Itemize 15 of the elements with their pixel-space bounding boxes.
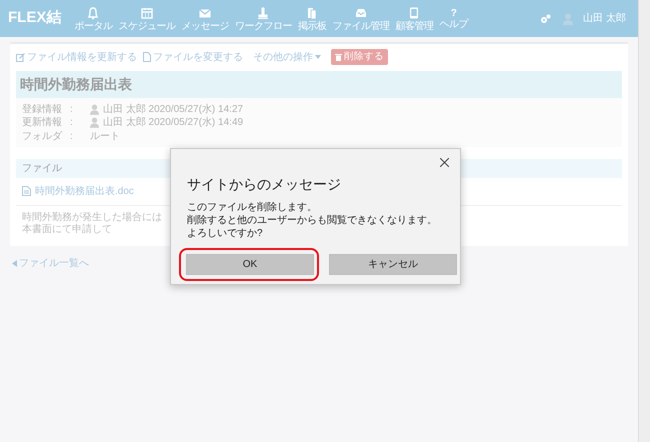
dialog-message: このファイルを削除します。 削除すると他のユーザーからも閲覧できなくなります。 よろしいですか?: [187, 201, 438, 240]
field-separator: :: [70, 102, 74, 116]
dialog-title: サイトからのメッセージ: [187, 175, 342, 194]
field-label: フォルダ: [22, 130, 64, 144]
app-logo: FLEX結: [8, 8, 62, 28]
field-value: 山田 太郎 2020/05/27(水) 14:27: [103, 102, 244, 116]
help-icon: ?: [450, 8, 456, 18]
field-value: 山田 太郎 2020/05/27(水) 14:49: [103, 116, 244, 130]
field-separator: :: [70, 116, 74, 130]
field-label: 登録情報: [22, 102, 63, 116]
field-value: ルート: [90, 130, 120, 144]
document-title: 時間外勤務届出表: [16, 71, 622, 98]
field-label: 更新情報: [22, 116, 63, 130]
field-separator: :: [70, 130, 74, 144]
description-text: 時間外勤務が発生した場合には本書面にて申請して: [21, 210, 163, 236]
